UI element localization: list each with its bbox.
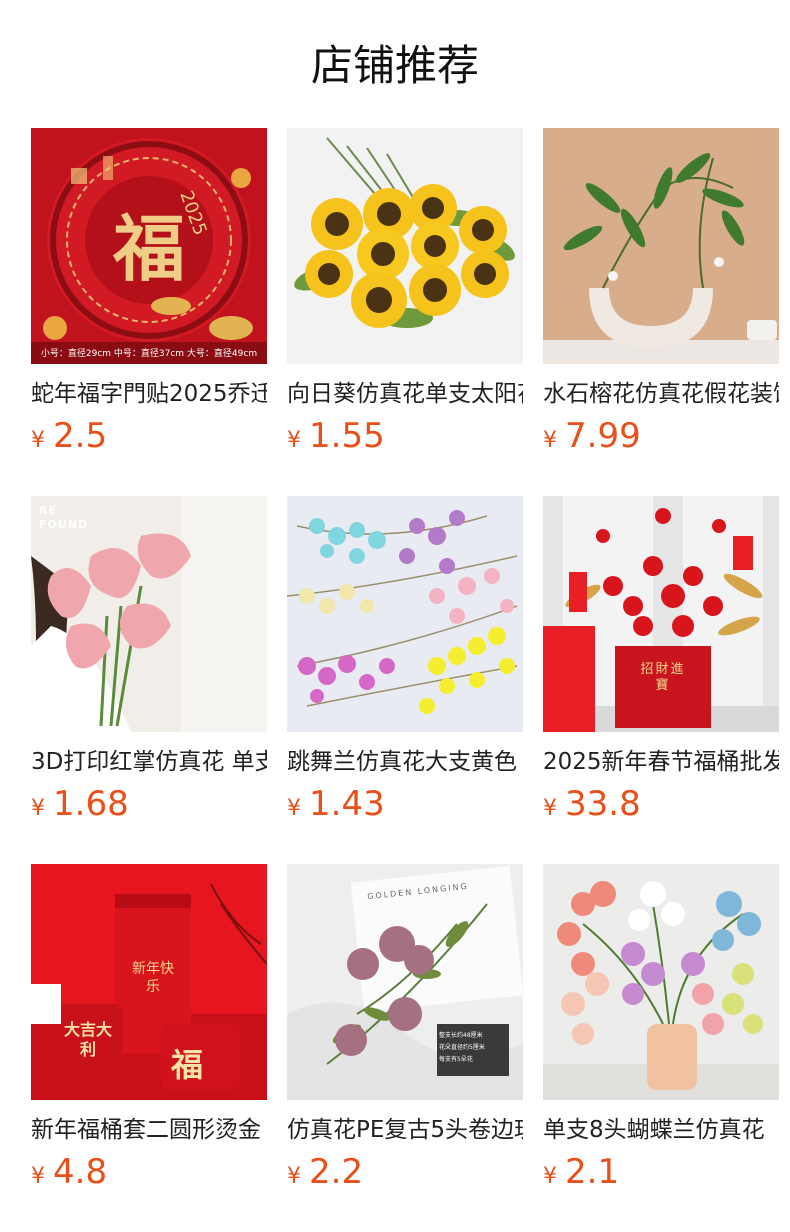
product-grid: 福 2025 小号：直径29cm 中号：直径37cm 大号：直径49cm 蛇年福… xyxy=(31,128,790,1232)
product-card[interactable]: 水石榕花仿真花假花装饰 ¥7.99 xyxy=(543,128,779,496)
price-value: 4.8 xyxy=(53,1152,108,1192)
product-name[interactable]: 跳舞兰仿真花大支黄色 xyxy=(287,744,523,780)
product-card[interactable]: 招財進寶 2025新年春节福桶批发 ¥33.8 xyxy=(543,496,779,864)
bucket-sign: 招財進寶 xyxy=(640,662,686,693)
product-image-fu-sticker[interactable]: 福 2025 小号：直径29cm 中号：直径37cm 大号：直径49cm xyxy=(31,128,267,364)
product-image-phalaenopsis[interactable] xyxy=(543,864,779,1100)
price-value: 2.5 xyxy=(53,416,108,456)
product-name[interactable]: 蛇年福字門贴2025乔迁新居 xyxy=(31,376,267,412)
price-value: 33.8 xyxy=(565,784,641,824)
product-image-fortune-bucket[interactable]: 招財進寶 xyxy=(543,496,779,732)
price-value: 1.43 xyxy=(309,784,385,824)
product-price: ¥1.55 xyxy=(287,416,523,462)
product-price: ¥2.5 xyxy=(31,416,267,462)
product-card[interactable]: 单支8头蝴蝶兰仿真花 ¥2.1 xyxy=(543,864,779,1232)
bucket-lettering-newyear: 新年快乐 xyxy=(132,961,174,995)
product-name[interactable]: 2025新年春节福桶批发 xyxy=(543,744,779,780)
currency-symbol: ¥ xyxy=(543,796,557,821)
price-value: 2.2 xyxy=(309,1152,364,1192)
product-price: ¥4.8 xyxy=(31,1152,267,1198)
product-name[interactable]: 新年福桶套二圆形烫金 xyxy=(31,1112,267,1148)
product-price: ¥7.99 xyxy=(543,416,779,462)
currency-symbol: ¥ xyxy=(287,428,301,453)
currency-symbol: ¥ xyxy=(543,428,557,453)
product-card[interactable]: 大吉大利 新年快乐 福 新年福桶套二圆形烫金 ¥4.8 xyxy=(31,864,267,1232)
product-image-sunflowers[interactable] xyxy=(287,128,523,364)
currency-symbol: ¥ xyxy=(543,1164,557,1189)
currency-symbol: ¥ xyxy=(287,796,301,821)
product-card[interactable]: 福 2025 小号：直径29cm 中号：直径37cm 大号：直径49cm 蛇年福… xyxy=(31,128,267,496)
product-name[interactable]: 水石榕花仿真花假花装饰 xyxy=(543,376,779,412)
product-name[interactable]: 仿真花PE复古5头卷边玫瑰 xyxy=(287,1112,523,1148)
product-price: ¥1.68 xyxy=(31,784,267,830)
size-caption: 小号：直径29cm 中号：直径37cm 大号：直径49cm xyxy=(40,349,258,359)
spec-note-line: 每支有5朵花 xyxy=(439,1056,473,1063)
price-value: 2.1 xyxy=(565,1152,620,1192)
currency-symbol: ¥ xyxy=(31,428,45,453)
product-price: ¥33.8 xyxy=(543,784,779,830)
spec-note-line: 整支长约48厘米 xyxy=(439,1032,483,1039)
product-name[interactable]: 向日葵仿真花单支太阳花 xyxy=(287,376,523,412)
product-card[interactable]: 向日葵仿真花单支太阳花 ¥1.55 xyxy=(287,128,523,496)
product-name[interactable]: 单支8头蝴蝶兰仿真花 xyxy=(543,1112,779,1148)
spec-note-line: 花朵直径约5厘米 xyxy=(439,1044,485,1051)
price-value: 1.68 xyxy=(53,784,129,824)
page-title: 店铺推荐 xyxy=(310,41,479,90)
product-image-dancing-orchid[interactable] xyxy=(287,496,523,732)
product-image-anthurium[interactable]: RE FOUND xyxy=(31,496,267,732)
product-price: ¥2.2 xyxy=(287,1152,523,1198)
product-image-pe-roses[interactable]: GOLDEN LONGING 整支长约48厘米 花朵直径约5厘米 每支有5朵花 xyxy=(287,864,523,1100)
product-name[interactable]: 3D打印红掌仿真花 单支 xyxy=(31,744,267,780)
fu-character: 福 xyxy=(113,207,186,291)
bucket-lettering-fu: 福 xyxy=(171,1046,204,1084)
bucket-lettering-luck: 大吉大利 xyxy=(63,1020,112,1059)
product-image-plant-vase[interactable] xyxy=(543,128,779,364)
product-card[interactable]: 跳舞兰仿真花大支黄色 ¥1.43 xyxy=(287,496,523,864)
product-price: ¥2.1 xyxy=(543,1152,779,1198)
currency-symbol: ¥ xyxy=(31,796,45,821)
currency-symbol: ¥ xyxy=(31,1164,45,1189)
spec-note: 整支长约48厘米 花朵直径约5厘米 每支有5朵花 xyxy=(439,1030,509,1066)
product-image-red-bucket-set[interactable]: 大吉大利 新年快乐 福 xyxy=(31,864,267,1100)
product-price: ¥1.43 xyxy=(287,784,523,830)
product-card[interactable]: GOLDEN LONGING 整支长约48厘米 花朵直径约5厘米 每支有5朵花 … xyxy=(287,864,523,1232)
brand-logo: RE FOUND xyxy=(39,504,89,531)
product-card[interactable]: RE FOUND 3D打印红掌仿真花 单支 ¥1.68 xyxy=(31,496,267,864)
currency-symbol: ¥ xyxy=(287,1164,301,1189)
price-value: 1.55 xyxy=(309,416,385,456)
price-value: 7.99 xyxy=(565,416,641,456)
